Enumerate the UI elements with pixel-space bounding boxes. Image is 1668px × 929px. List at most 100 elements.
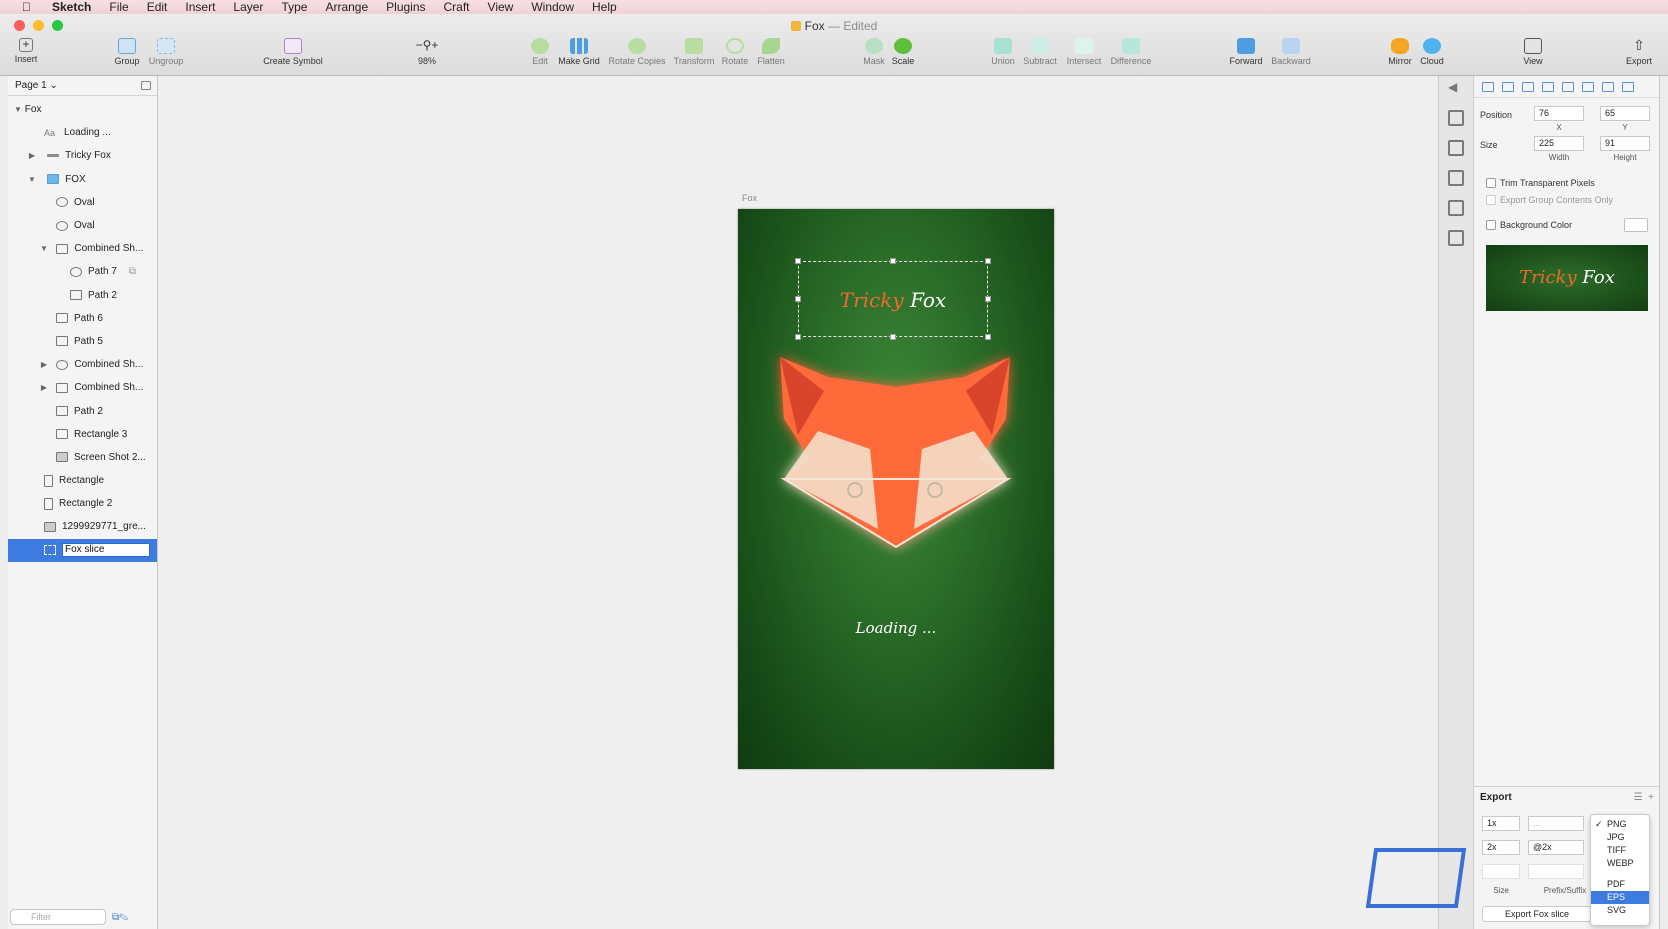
menu-craft[interactable]: Craft <box>444 0 470 14</box>
layer-row[interactable]: Oval <box>8 191 157 214</box>
layer-row[interactable]: Path 7 ⧉ <box>8 260 157 283</box>
export-scale-2[interactable]: 2x <box>1482 840 1520 855</box>
filter-input[interactable]: Filter <box>10 909 106 925</box>
layer-row[interactable]: 1299929771_gre... <box>8 515 157 538</box>
cloud-button[interactable]: Cloud <box>1418 38 1446 66</box>
layer-row[interactable]: ▶ Combined Sh... <box>8 353 157 376</box>
y-field[interactable]: 65 <box>1600 106 1650 121</box>
insert-button[interactable]: + Insert <box>14 38 38 64</box>
menu-layer[interactable]: Layer <box>233 0 263 14</box>
create-symbol-button[interactable]: Create Symbol <box>258 38 328 66</box>
menu-plugins[interactable]: Plugins <box>386 0 425 14</box>
filter-options-icon[interactable]: ⧉✎ <box>112 912 128 923</box>
menu-window[interactable]: Window <box>531 0 574 14</box>
align-bottom-icon[interactable] <box>1622 82 1634 92</box>
mirror-button[interactable]: Mirror <box>1386 38 1414 66</box>
make-grid-button[interactable]: Make Grid <box>556 38 602 66</box>
export-scale-1[interactable]: 1x <box>1482 816 1520 831</box>
union-button[interactable]: Union <box>990 38 1016 66</box>
menu-type[interactable]: Type <box>281 0 307 14</box>
scale-button[interactable]: Scale <box>890 38 916 66</box>
vector-icon[interactable] <box>1448 230 1464 246</box>
export-suffix-3[interactable] <box>1528 864 1584 879</box>
page-selector[interactable]: Page 1 ⌄ <box>8 76 157 96</box>
layer-row-selected[interactable]: Fox slice <box>8 538 157 562</box>
menu-arrange[interactable]: Arrange <box>325 0 368 14</box>
layer-row[interactable]: Path 5 <box>8 330 157 353</box>
export-group-checkbox[interactable] <box>1486 195 1496 205</box>
x-field[interactable]: 76 <box>1534 106 1584 121</box>
disclosure-open-icon[interactable]: ▼ <box>28 175 36 184</box>
group-button[interactable]: Group <box>112 38 142 66</box>
layer-row[interactable]: Path 2 <box>8 399 157 422</box>
export-toolbar-button[interactable]: ⇧ Export <box>1624 38 1654 66</box>
layers-style-icon[interactable] <box>1448 140 1464 156</box>
collapse-panel-icon[interactable] <box>141 81 151 90</box>
difference-button[interactable]: Difference <box>1108 38 1154 66</box>
menu-app[interactable]: Sketch <box>52 0 91 14</box>
artboard-fox[interactable]: Tricky Fox Loading ... <box>738 209 1054 769</box>
format-option-eps[interactable]: EPS <box>1591 891 1649 904</box>
disclosure-open-icon[interactable]: ▼ <box>40 244 48 253</box>
distribute-horizontal-icon[interactable] <box>1482 82 1494 92</box>
backward-button[interactable]: Backward <box>1270 38 1312 66</box>
distribute-vertical-icon[interactable] <box>1502 82 1514 92</box>
export-settings-icon[interactable]: ☰ + <box>1634 792 1654 803</box>
rotate-button[interactable]: Rotate <box>720 38 750 66</box>
layer-row[interactable]: Oval <box>8 214 157 237</box>
layer-row[interactable]: Aa Loading ... <box>8 121 157 144</box>
share-icon[interactable] <box>1448 110 1464 126</box>
format-option-svg[interactable]: SVG <box>1591 904 1649 917</box>
subtract-button[interactable]: Subtract <box>1022 38 1058 66</box>
mask-button[interactable]: Mask <box>862 38 886 66</box>
export-scale-3[interactable] <box>1482 864 1520 879</box>
format-option-jpg[interactable]: JPG <box>1591 831 1649 844</box>
menu-edit[interactable]: Edit <box>147 0 168 14</box>
disclosure-closed-icon[interactable]: ▶ <box>28 151 36 160</box>
format-option-webp[interactable]: WEBP <box>1591 857 1649 870</box>
layer-row[interactable]: ▼ Fox <box>8 98 157 121</box>
transform-button[interactable]: Transform <box>672 38 716 66</box>
disclosure-open-icon[interactable]: ▼ <box>14 105 22 114</box>
layer-rename-input[interactable]: Fox slice <box>62 543 150 558</box>
list-icon[interactable] <box>1448 170 1464 186</box>
layer-row[interactable]: Screen Shot 2... <box>8 446 157 469</box>
align-center-icon[interactable] <box>1542 82 1554 92</box>
loading-text[interactable]: Loading ... <box>738 619 1054 637</box>
layer-row[interactable]: ▼ Combined Sh... <box>8 237 157 260</box>
slice-tool-icon[interactable] <box>1448 200 1464 216</box>
layer-row[interactable]: Rectangle 3 <box>8 423 157 446</box>
layer-row[interactable]: Path 2 <box>8 284 157 307</box>
layer-row[interactable]: Rectangle <box>8 469 157 492</box>
forward-button[interactable]: Forward <box>1228 38 1264 66</box>
trim-checkbox[interactable] <box>1486 178 1496 188</box>
menu-file[interactable]: File <box>109 0 128 14</box>
format-option-png[interactable]: PNG <box>1591 818 1649 831</box>
layer-row[interactable]: ▶ Combined Sh... <box>8 376 157 399</box>
format-option-pdf[interactable]: PDF <box>1591 878 1649 891</box>
menu-help[interactable]: Help <box>592 0 617 14</box>
intersect-button[interactable]: Intersect <box>1064 38 1104 66</box>
disclosure-closed-icon[interactable]: ▶ <box>40 360 48 369</box>
zoom-control[interactable]: −⚲+ 98% <box>402 38 452 66</box>
apple-icon[interactable]:  <box>22 0 36 14</box>
export-suffix-2[interactable]: @2x <box>1528 840 1584 855</box>
background-color-checkbox[interactable] <box>1486 220 1496 230</box>
menu-insert[interactable]: Insert <box>185 0 215 14</box>
layer-row[interactable]: ▼ FOX <box>8 168 157 191</box>
flatten-button[interactable]: Flatten <box>754 38 788 66</box>
rotate-copies-button[interactable]: Rotate Copies <box>606 38 668 66</box>
disclosure-closed-icon[interactable]: ▶ <box>40 383 48 392</box>
align-left-icon[interactable] <box>1522 82 1534 92</box>
align-top-icon[interactable] <box>1582 82 1594 92</box>
format-option-tiff[interactable]: TIFF <box>1591 844 1649 857</box>
layer-row[interactable]: ▶ Tricky Fox <box>8 144 157 167</box>
layer-row[interactable]: Rectangle 2 <box>8 492 157 515</box>
align-middle-icon[interactable] <box>1602 82 1614 92</box>
height-field[interactable]: 91 <box>1600 136 1650 151</box>
background-color-swatch[interactable] <box>1624 218 1648 232</box>
menu-view[interactable]: View <box>488 0 514 14</box>
align-right-icon[interactable] <box>1562 82 1574 92</box>
fox-illustration[interactable] <box>738 209 1054 769</box>
artboard-label[interactable]: Fox <box>742 193 757 203</box>
